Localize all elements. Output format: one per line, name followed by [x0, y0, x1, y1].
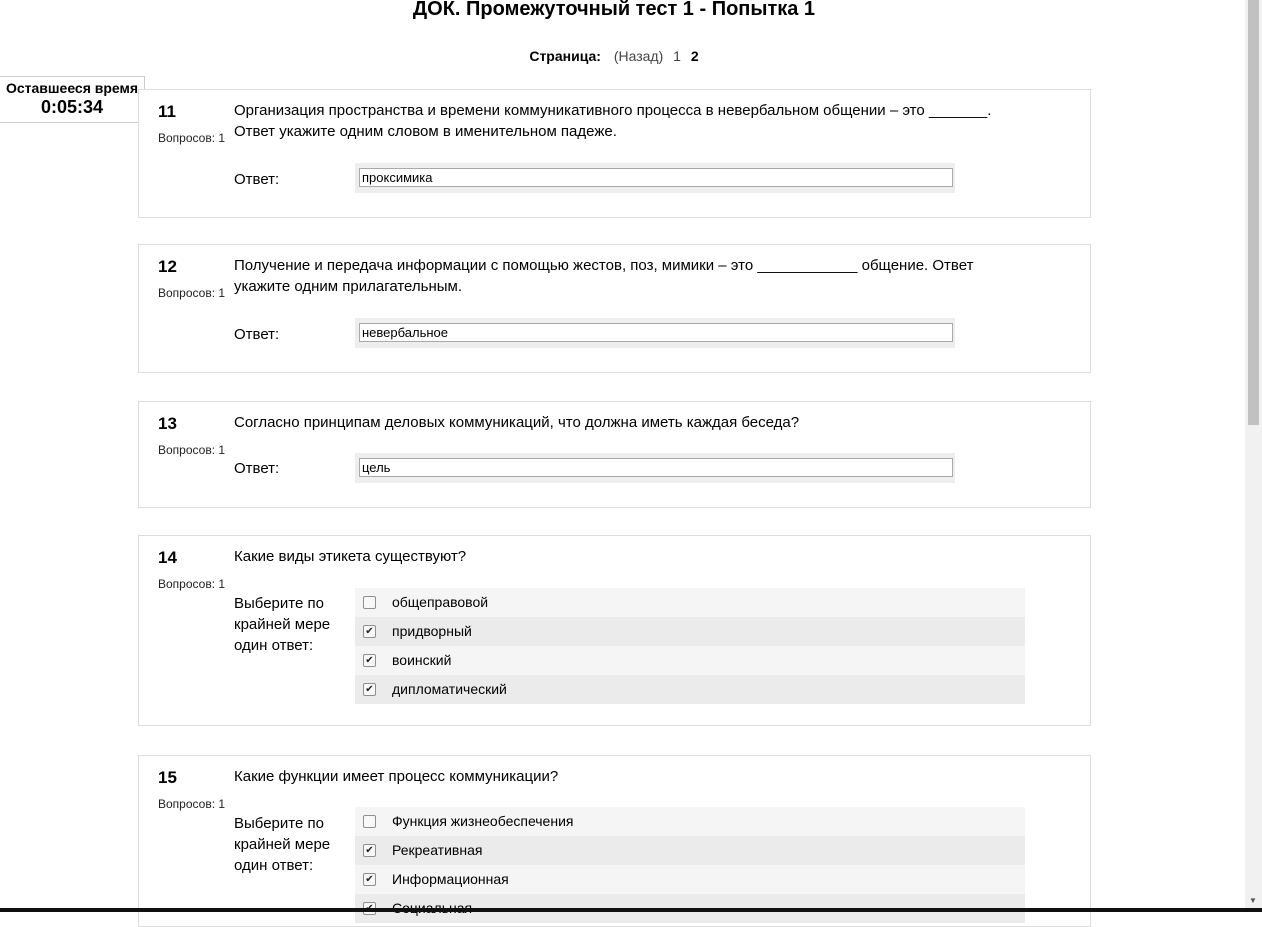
- choice-item[interactable]: ✔ Информационная: [355, 865, 1025, 894]
- question-11: 11 Вопросов: 1 Организация пространства …: [138, 89, 1091, 218]
- timer-label: Оставшееся время: [5, 80, 139, 96]
- page-navigation: Страница: (Назад) 1 2: [0, 47, 1228, 65]
- scroll-down-arrow-icon[interactable]: ▼: [1249, 896, 1257, 905]
- question-text: Организация пространства и времени комму…: [234, 102, 992, 140]
- question-marks: Вопросов: 1: [158, 797, 226, 811]
- question-marks: Вопросов: 1: [158, 131, 226, 145]
- question-text: Согласно принципам деловых коммуникаций,…: [234, 414, 800, 431]
- question-number: 11: [158, 102, 176, 121]
- checkbox[interactable]: ✔: [363, 873, 376, 886]
- question-14: 14 Вопросов: 1 Какие виды этикета сущест…: [138, 535, 1091, 726]
- choice-label: Рекреативная: [392, 842, 483, 858]
- checkbox[interactable]: ✔: [363, 844, 376, 857]
- question-number: 12: [158, 257, 177, 276]
- choice-label: общеправовой: [392, 594, 489, 610]
- choice-list: общеправовой ✔ придворный ✔ воинский ✔ д…: [355, 588, 1025, 704]
- answer-instructions: Выберите по крайней мере один ответ:: [234, 815, 331, 874]
- choice-label: Функция жизнеобеспечения: [392, 813, 574, 829]
- checkbox[interactable]: [363, 815, 376, 828]
- answer-instructions: Выберите по крайней мере один ответ:: [234, 595, 331, 654]
- pager-label: Страница:: [529, 48, 601, 64]
- checkbox[interactable]: [363, 596, 376, 609]
- choice-item[interactable]: Функция жизнеобеспечения: [355, 807, 1025, 836]
- pager-back-link[interactable]: (Назад): [614, 48, 663, 64]
- question-text: Какие виды этикета существуют?: [234, 548, 467, 565]
- answer-label: Ответ:: [234, 460, 280, 477]
- pager-page-1-link[interactable]: 1: [673, 48, 681, 64]
- pager-current-page: 2: [690, 48, 699, 64]
- answer-container: [355, 163, 955, 193]
- question-13: 13 Вопросов: 1 Согласно принципам деловы…: [138, 401, 1091, 508]
- timer-panel: Оставшееся время 0:05:34: [0, 76, 145, 123]
- scrollbar-thumb[interactable]: [1248, 0, 1259, 425]
- checkbox[interactable]: ✔: [363, 683, 376, 696]
- choice-item[interactable]: ✔ воинский: [355, 646, 1025, 675]
- choice-label: придворный: [392, 623, 472, 639]
- checkbox[interactable]: ✔: [363, 625, 376, 638]
- answer-label: Ответ:: [234, 326, 280, 343]
- choice-label: дипломатический: [392, 681, 507, 697]
- question-marks: Вопросов: 1: [158, 577, 226, 591]
- window-bottom-edge: [0, 908, 1262, 912]
- question-marks: Вопросов: 1: [158, 443, 226, 457]
- checkbox[interactable]: ✔: [363, 654, 376, 667]
- vertical-scrollbar[interactable]: ▼: [1245, 0, 1262, 908]
- choice-label: Информационная: [392, 871, 509, 887]
- choice-item[interactable]: ✔ дипломатический: [355, 675, 1025, 704]
- answer-input[interactable]: [359, 458, 953, 477]
- question-text: Получение и передача информации с помощь…: [234, 257, 974, 295]
- answer-input[interactable]: [359, 168, 953, 187]
- timer-value: 0:05:34: [40, 97, 104, 117]
- page-title: ДОК. Промежуточный тест 1 - Попытка 1: [412, 0, 816, 20]
- answer-label: Ответ:: [234, 171, 280, 188]
- question-15: 15 Вопросов: 1 Какие функции имеет проце…: [138, 755, 1091, 927]
- choice-item[interactable]: ✔ придворный: [355, 617, 1025, 646]
- answer-input[interactable]: [359, 323, 953, 342]
- question-number: 13: [158, 414, 177, 433]
- question-text: Какие функции имеет процесс коммуникации…: [234, 768, 559, 785]
- question-number: 14: [158, 548, 177, 567]
- question-marks: Вопросов: 1: [158, 286, 226, 300]
- choice-item[interactable]: общеправовой: [355, 588, 1025, 617]
- question-number: 15: [158, 768, 177, 787]
- answer-container: [355, 318, 955, 348]
- question-12: 12 Вопросов: 1 Получение и передача инфо…: [138, 244, 1091, 373]
- choice-item[interactable]: ✔ Рекреативная: [355, 836, 1025, 865]
- choice-label: воинский: [392, 652, 452, 668]
- answer-container: [355, 453, 955, 483]
- choice-list: Функция жизнеобеспечения ✔ Рекреативная …: [355, 807, 1025, 923]
